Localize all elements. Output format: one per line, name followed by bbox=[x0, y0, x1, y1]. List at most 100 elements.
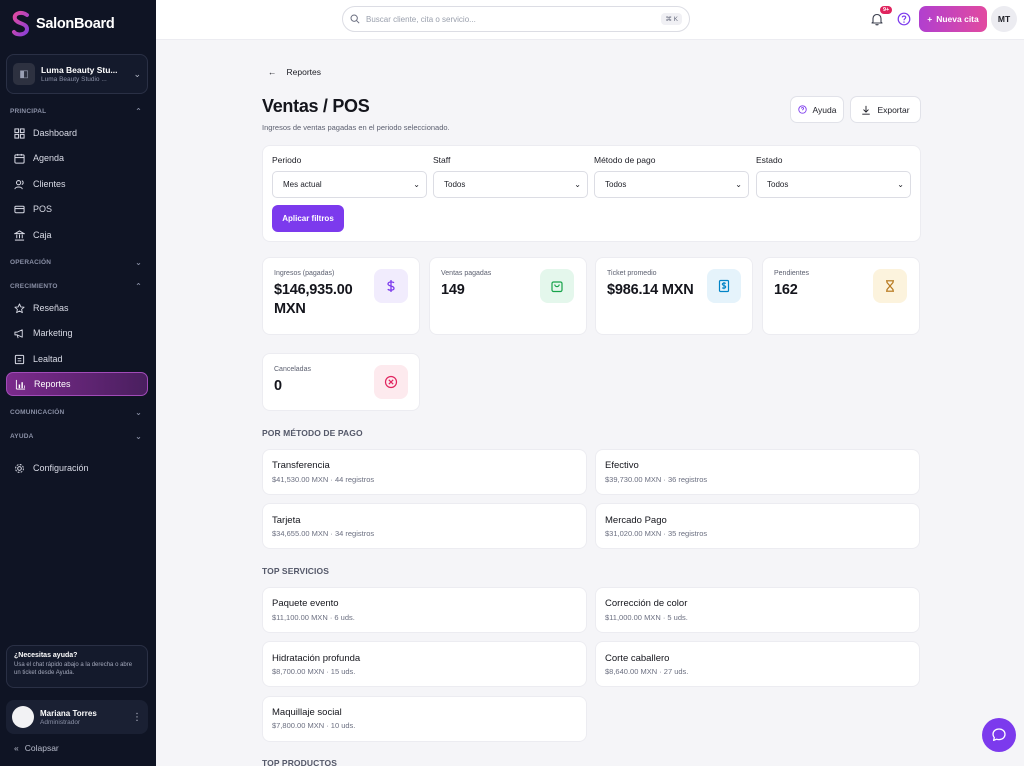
sidebar-item-label: Configuración bbox=[33, 463, 89, 473]
stat-value-unit: MXN bbox=[274, 301, 306, 317]
workspace-switcher[interactable]: ◧ Luma Beauty Stu... Luma Beauty Studio … bbox=[6, 54, 148, 94]
credit-card-icon bbox=[13, 203, 25, 215]
receipt-icon bbox=[13, 353, 25, 365]
avatar[interactable]: MT bbox=[991, 6, 1017, 32]
chevron-down-icon: ⌄ bbox=[897, 180, 904, 189]
search-bar[interactable]: ⌘ K bbox=[342, 6, 690, 32]
stat-label: Ingresos (pagadas) bbox=[274, 270, 335, 277]
help-text: Usa el chat rápido abajo a la derecha o … bbox=[14, 662, 133, 677]
sidebar-item-label: Agenda bbox=[33, 153, 65, 163]
list-item bbox=[262, 696, 587, 742]
sidebar-item-label: Caja bbox=[33, 230, 52, 240]
list-item-name: Efectivo bbox=[605, 460, 639, 471]
bell-icon[interactable] bbox=[870, 12, 884, 26]
sidebar-item-clientes[interactable]: Clientes bbox=[6, 172, 148, 196]
section-title-top-services: TOP SERVICIOS bbox=[262, 566, 329, 576]
more-vertical-icon[interactable]: ⋮ bbox=[132, 712, 142, 723]
chevron-down-icon: ⌄ bbox=[133, 68, 141, 79]
avatar bbox=[12, 706, 34, 728]
back-label: Reportes bbox=[286, 67, 322, 77]
filter-label-metodo: Método de pago bbox=[594, 155, 656, 165]
sidebar-item-pos[interactable]: POS bbox=[6, 197, 148, 221]
search-input[interactable] bbox=[366, 14, 656, 24]
help-circle-icon bbox=[797, 105, 807, 114]
chat-button[interactable] bbox=[982, 718, 1016, 752]
periodo-value: Mes actual bbox=[283, 180, 322, 189]
section-ayuda[interactable]: AYUDA ⌄ bbox=[10, 432, 142, 441]
star-icon bbox=[13, 302, 25, 314]
help-button-label: Ayuda bbox=[812, 104, 837, 115]
download-icon bbox=[862, 105, 871, 115]
help-button[interactable]: Ayuda bbox=[790, 96, 844, 123]
filter-label-estado: Estado bbox=[756, 155, 783, 165]
status-select[interactable]: Todos ⌄ bbox=[756, 171, 911, 198]
search-icon bbox=[350, 14, 360, 24]
section-comunicacion[interactable]: COMUNICACIÓN ⌄ bbox=[10, 408, 142, 417]
receipt-dollar-icon bbox=[707, 269, 741, 303]
section-principal[interactable]: PRINCIPAL ⌃ bbox=[10, 107, 142, 116]
sidebar-item-label: Dashboard bbox=[33, 128, 78, 138]
topbar: ⌘ K 9+ + Nueva cita MT bbox=[156, 0, 1024, 40]
sidebar-item-dashboard[interactable]: Dashboard bbox=[6, 121, 148, 145]
sidebar-item-lealtad[interactable]: Lealtad bbox=[6, 347, 148, 371]
sidebar-item-reportes[interactable]: Reportes bbox=[6, 372, 148, 396]
filter-label-staff: Staff bbox=[433, 155, 451, 165]
notification-badge: 9+ bbox=[880, 6, 893, 14]
help-circle-icon[interactable] bbox=[897, 12, 911, 26]
sidebar-item-caja[interactable]: Caja bbox=[6, 223, 148, 247]
list-item bbox=[262, 449, 587, 495]
apply-filters-button[interactable]: Aplicar filtros bbox=[272, 205, 344, 232]
list-item-name: Transferencia bbox=[272, 460, 330, 471]
chevron-up-icon: ⌃ bbox=[135, 282, 142, 291]
staff-select[interactable]: Todos ⌄ bbox=[433, 171, 588, 198]
list-item-detail: $11,000.00 MXN · 5 uds. bbox=[605, 613, 688, 622]
sidebar-item-label: Reportes bbox=[34, 379, 71, 389]
calendar-icon bbox=[13, 152, 25, 164]
sidebar-item-configuracion[interactable]: Configuración bbox=[6, 456, 148, 480]
plus-icon: + bbox=[927, 14, 933, 24]
list-item-detail: $39,730.00 MXN · 36 registros bbox=[605, 475, 708, 484]
shortcut-hint: ⌘ K bbox=[661, 13, 682, 25]
chevron-up-icon: ⌃ bbox=[135, 107, 142, 116]
sidebar-item-label: Clientes bbox=[33, 179, 66, 189]
salonboard-logo-icon bbox=[12, 10, 30, 37]
section-operacion[interactable]: OPERACIÓN ⌄ bbox=[10, 258, 142, 267]
user-name: Mariana Torres bbox=[40, 708, 97, 718]
section-crecimiento[interactable]: CRECIMIENTO ⌃ bbox=[10, 282, 142, 291]
section-operacion-label: OPERACIÓN bbox=[10, 259, 52, 266]
page-title: Ventas / POS bbox=[262, 96, 370, 116]
sidebar-item-resenas[interactable]: Reseñas bbox=[6, 296, 148, 320]
payment-method-value: Todos bbox=[605, 180, 627, 189]
stat-label: Canceladas bbox=[274, 366, 311, 373]
periodo-select[interactable]: Mes actual ⌄ bbox=[272, 171, 427, 198]
export-button[interactable]: Exportar bbox=[850, 96, 921, 123]
list-item-detail: $7,800.00 MXN · 10 uds. bbox=[272, 721, 356, 730]
chevron-down-icon: ⌄ bbox=[413, 180, 420, 189]
chevron-down-icon: ⌄ bbox=[135, 432, 142, 441]
sidebar-item-marketing[interactable]: Marketing bbox=[6, 321, 148, 345]
list-item-name: Paquete evento bbox=[272, 598, 339, 609]
chat-bubble-icon bbox=[992, 728, 1006, 742]
section-crecimiento-label: CRECIMIENTO bbox=[10, 283, 58, 290]
section-ayuda-label: AYUDA bbox=[10, 433, 34, 440]
list-item-name: Corrección de color bbox=[605, 598, 688, 609]
user-menu[interactable]: Mariana Torres Administrador ⋮ bbox=[6, 700, 148, 734]
sidebar-item-agenda[interactable]: Agenda bbox=[6, 146, 148, 170]
arrow-left-icon: ← bbox=[268, 67, 277, 77]
payment-method-select[interactable]: Todos ⌄ bbox=[594, 171, 749, 198]
status-value: Todos bbox=[767, 180, 789, 189]
new-appointment-button[interactable]: + Nueva cita bbox=[919, 6, 987, 32]
list-item-name: Mercado Pago bbox=[605, 515, 667, 526]
stat-label: Ticket promedio bbox=[607, 270, 657, 277]
collapse-sidebar-button[interactable]: « Colapsar bbox=[14, 743, 59, 753]
list-item-detail: $8,640.00 MXN · 27 uds. bbox=[605, 667, 689, 676]
list-item-detail: $41,530.00 MXN · 44 registros bbox=[272, 475, 375, 484]
chevron-down-icon: ⌄ bbox=[135, 258, 142, 267]
shopping-bag-icon bbox=[540, 269, 574, 303]
brand[interactable]: SalonBoard bbox=[10, 10, 115, 38]
workspace-avatar: ◧ bbox=[13, 63, 35, 85]
sidebar-item-label: Marketing bbox=[33, 328, 73, 338]
back-link[interactable]: ← Reportes bbox=[268, 67, 321, 77]
list-item-name: Hidratación profunda bbox=[272, 653, 361, 664]
brand-name: SalonBoard bbox=[36, 16, 115, 32]
